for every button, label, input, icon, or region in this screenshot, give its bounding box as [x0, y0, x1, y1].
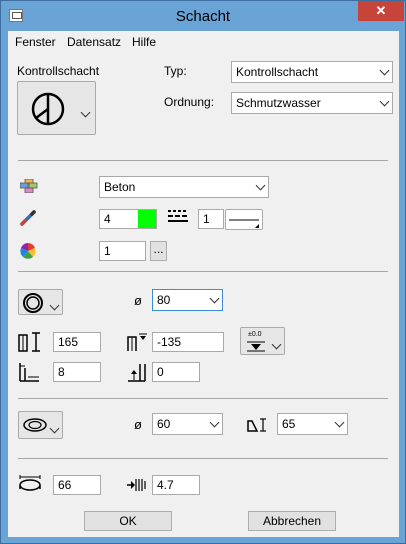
wall-thickness-input[interactable]: 8: [53, 362, 101, 382]
chevron-down-icon: [211, 290, 218, 302]
elevation-value: -135: [157, 335, 182, 349]
dialog-window: Schacht ✕ Fenster Datensatz Hilfe Kontro…: [0, 0, 406, 544]
line-style-preview-icon: [229, 219, 259, 228]
fill-input[interactable]: 1: [99, 241, 146, 261]
frame-thickness-value: 4.7: [157, 478, 174, 492]
menu-fenster[interactable]: Fenster: [15, 35, 56, 49]
ring-icon: [23, 293, 43, 313]
chevron-down-icon: [51, 420, 58, 432]
chevron-down-icon: [257, 177, 264, 189]
dialog-client: Fenster Datensatz Hilfe Kontrollschacht …: [8, 31, 399, 537]
menu-bar: Fenster Datensatz Hilfe: [8, 31, 399, 51]
schacht-type-label: Kontrollschacht: [17, 64, 100, 78]
fill-value: 1: [104, 244, 111, 258]
cover-shape-picker[interactable]: [18, 411, 63, 439]
diameter-icon: ø: [134, 417, 142, 432]
ordnung-select-value: Schmutzwasser: [236, 96, 321, 110]
window-title: Schacht: [175, 8, 231, 25]
line-type-icon: [168, 210, 188, 222]
ok-button[interactable]: OK: [84, 511, 172, 531]
elevation-reference-label: ±0.0: [248, 331, 262, 338]
cover-diameter-value: 60: [157, 417, 171, 431]
more-button[interactable]: ...: [150, 241, 167, 261]
divider: [18, 398, 388, 399]
shaft-diameter-select[interactable]: 80: [152, 289, 223, 311]
line-style-picker[interactable]: [225, 209, 263, 230]
wall-thickness-value: 8: [58, 365, 65, 379]
typ-label: Typ:: [164, 64, 187, 78]
chevron-down-icon: [51, 297, 58, 309]
material-select-value: Beton: [104, 180, 136, 194]
color-wheel-icon: [20, 243, 36, 259]
frame-thickness-icon: [127, 479, 146, 491]
bottom-thickness-icon: [128, 364, 146, 382]
frame-size-icon: [19, 475, 41, 491]
schacht-type-picker[interactable]: [17, 81, 96, 135]
elevation-icon: [127, 333, 147, 351]
frame-size-input[interactable]: 66: [53, 475, 101, 495]
level-marker-icon: [247, 341, 265, 352]
shaft-diameter-value: 80: [157, 293, 171, 307]
manhole-symbol-icon: [31, 92, 65, 126]
shaft-height-input[interactable]: 165: [53, 332, 101, 352]
divider: [18, 458, 388, 459]
frame-size-value: 66: [58, 478, 72, 492]
shaft-height-icon: [18, 332, 40, 352]
shaft-height-value: 165: [58, 335, 79, 349]
divider: [18, 160, 388, 161]
cover-diameter-select[interactable]: 60: [152, 413, 223, 435]
close-button[interactable]: ✕: [358, 1, 404, 21]
cover-height-value: 65: [282, 417, 296, 431]
chevron-down-icon: [211, 414, 218, 426]
chevron-down-icon: [82, 104, 89, 116]
diameter-icon: ø: [134, 293, 142, 308]
menu-datensatz[interactable]: Datensatz: [67, 35, 121, 49]
wall-thickness-icon: [19, 363, 39, 382]
title-bar: Schacht ✕: [1, 1, 405, 31]
chevron-down-icon: [336, 414, 343, 426]
pen-icon: [20, 210, 36, 226]
pen-number-value: 4: [104, 212, 111, 226]
cover-height-select[interactable]: 65: [277, 413, 348, 435]
material-select[interactable]: Beton: [99, 176, 269, 198]
cover-height-icon: [247, 418, 266, 432]
ordnung-select[interactable]: Schmutzwasser: [231, 92, 393, 114]
cancel-button[interactable]: Abbrechen: [248, 511, 336, 531]
cover-ellipse-icon: [23, 418, 47, 432]
elevation-reference-picker[interactable]: ±0.0: [240, 327, 285, 355]
ordnung-label: Ordnung:: [164, 95, 215, 109]
frame-thickness-input[interactable]: 4.7: [152, 475, 200, 495]
elevation-input[interactable]: -135: [152, 332, 224, 352]
material-icon: [20, 179, 38, 193]
bottom-thickness-value: 0: [157, 365, 164, 379]
chevron-down-icon: [381, 62, 388, 74]
typ-select-value: Kontrollschacht: [236, 65, 319, 79]
line-type-input[interactable]: 1: [198, 209, 224, 229]
shaft-shape-picker[interactable]: [18, 289, 63, 315]
pen-color-swatch[interactable]: [138, 210, 156, 228]
chevron-down-icon: [273, 336, 280, 348]
typ-select[interactable]: Kontrollschacht: [231, 61, 393, 83]
line-type-value: 1: [203, 212, 210, 226]
bottom-thickness-input[interactable]: 0: [152, 362, 200, 382]
divider: [18, 271, 388, 272]
chevron-down-icon: [381, 93, 388, 105]
menu-hilfe[interactable]: Hilfe: [132, 35, 156, 49]
